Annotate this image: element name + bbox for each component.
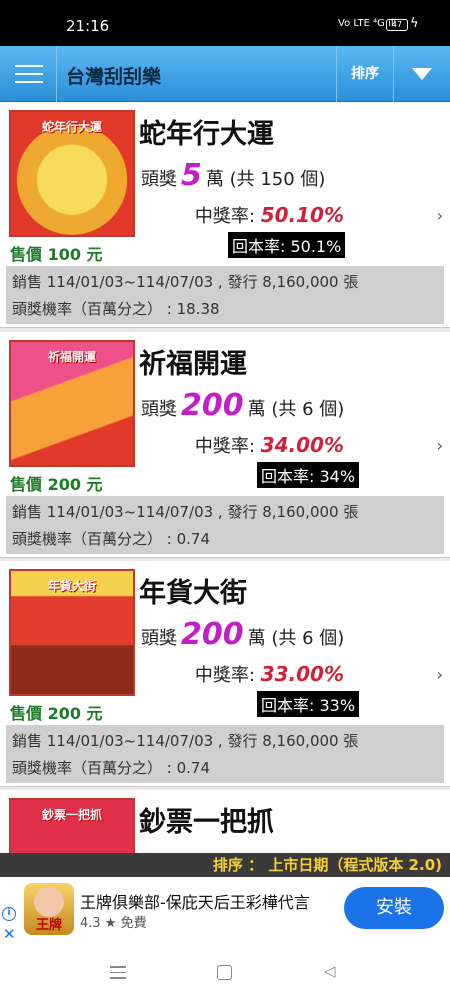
ad-banner[interactable]: i ✕ 王牌 王牌俱樂部-保庇天后王彩樺代言 4.3 ★ 免費 安裝 xyxy=(0,877,450,949)
top-prize: 頭獎 200 萬 (共 6 個) xyxy=(141,617,345,652)
ticket-name: 年貨大街 xyxy=(139,578,247,609)
win-rate: 中獎率: 50.10% xyxy=(194,203,344,227)
status-bar: 21:16 Vo LTE ⁴G ıll 47 ϟ xyxy=(0,0,450,46)
ad-info-icon[interactable]: i xyxy=(2,907,16,921)
ticket-image-label: 年貨大街 xyxy=(47,579,96,593)
win-rate-value: 33.00% xyxy=(260,662,344,686)
hamburger-icon xyxy=(15,65,43,67)
win-rate-value: 50.10% xyxy=(260,203,344,227)
return-rate: 回本率: 50.1% xyxy=(228,232,346,258)
home-icon[interactable] xyxy=(217,965,232,980)
top-prize-amount: 200 xyxy=(181,617,244,652)
system-nav-bar: ◁ xyxy=(0,949,450,1000)
battery-icon: 47 xyxy=(386,19,408,31)
ticket-card[interactable]: 蛇年行大運 售價 100 元 蛇年行大運 頭獎 5 萬 (共 150 個) 中獎率:… xyxy=(0,102,450,328)
ticket-image-label: 祈福開運 xyxy=(47,350,96,364)
ticket-name: 蛇年行大運 xyxy=(139,119,274,150)
ticket-image: 年貨大街 xyxy=(9,569,135,696)
ticket-card[interactable]: 鈔票一把抓 鈔票一把抓 xyxy=(0,790,450,853)
back-icon[interactable]: ◁ xyxy=(324,962,336,980)
top-prize-amount: 5 xyxy=(181,158,202,193)
top-prize-odds: 頭獎機率（百萬分之） : 18.38 xyxy=(12,300,220,318)
ticket-list[interactable]: 蛇年行大運 售價 100 元 蛇年行大運 頭獎 5 萬 (共 150 個) 中獎率:… xyxy=(0,102,450,853)
win-rate: 中獎率: 34.00% xyxy=(194,433,344,457)
sales-period: 銷售 114/01/03~114/07/03 , 發行 8,160,000 張 xyxy=(12,273,359,291)
ticket-name: 鈔票一把抓 xyxy=(139,807,274,838)
top-prize-odds: 頭獎機率（百萬分之） : 0.74 xyxy=(12,530,210,548)
ticket-image: 祈福開運 xyxy=(9,340,135,467)
recents-icon[interactable] xyxy=(110,966,126,983)
return-rate: 回本率: 33% xyxy=(257,691,360,717)
charging-icon: ϟ xyxy=(410,16,419,31)
sales-period: 銷售 114/01/03~114/07/03 , 發行 8,160,000 張 xyxy=(12,732,359,750)
chevron-right-icon: › xyxy=(436,206,443,225)
ad-rating: 4.3 ★ 免費 xyxy=(80,916,147,931)
ad-title[interactable]: 王牌俱樂部-保庇天后王彩樺代言 xyxy=(80,889,310,913)
top-prize: 頭獎 5 萬 (共 150 個) xyxy=(141,158,326,193)
ticket-image: 鈔票一把抓 xyxy=(9,798,135,853)
ticket-info: 銷售 114/01/03~114/07/03 , 發行 8,160,000 張 … xyxy=(6,725,444,783)
sort-button[interactable]: 排序 xyxy=(336,46,394,102)
sales-period: 銷售 114/01/03~114/07/03 , 發行 8,160,000 張 xyxy=(12,503,359,521)
ticket-card[interactable]: 祈福開運 售價 200 元 祈福開運 頭獎 200 萬 (共 6 個) 中獎率: 3… xyxy=(0,332,450,558)
top-prize-odds: 頭獎機率（百萬分之） : 0.74 xyxy=(12,759,210,777)
chevron-right-icon: › xyxy=(436,436,443,455)
ad-close-icon[interactable]: ✕ xyxy=(3,925,16,943)
ticket-price: 售價 100 元 xyxy=(10,245,103,264)
win-rate-value: 34.00% xyxy=(260,433,344,457)
menu-button[interactable] xyxy=(0,46,57,102)
top-prize: 頭獎 200 萬 (共 6 個) xyxy=(141,388,345,423)
win-rate: 中獎率: 33.00% xyxy=(194,662,344,686)
ticket-card[interactable]: 年貨大街 售價 200 元 年貨大街 頭獎 200 萬 (共 6 個) 中獎率: 3… xyxy=(0,561,450,787)
ticket-name: 祈福開運 xyxy=(139,349,247,380)
app-bar: 台灣刮刮樂 排序 xyxy=(0,46,450,102)
ticket-image: 蛇年行大運 xyxy=(9,110,135,237)
dropdown-button[interactable] xyxy=(395,46,450,102)
top-prize-amount: 200 xyxy=(181,388,244,423)
ad-app-logo[interactable]: 王牌 xyxy=(24,883,74,935)
clock: 21:16 xyxy=(66,17,110,35)
ticket-info: 銷售 114/01/03~114/07/03 , 發行 8,160,000 張 … xyxy=(6,496,444,554)
return-rate: 回本率: 34% xyxy=(257,462,360,488)
ticket-price: 售價 200 元 xyxy=(10,475,103,494)
chevron-right-icon: › xyxy=(436,665,443,684)
sort-status-bar: 排序 ： 上市日期（程式版本 2.0) xyxy=(0,853,450,877)
triangle-down-icon xyxy=(412,68,432,80)
ticket-image-label: 蛇年行大運 xyxy=(41,120,102,134)
install-button[interactable]: 安裝 xyxy=(344,887,444,929)
app-title: 台灣刮刮樂 xyxy=(66,66,162,88)
ticket-image-label: 鈔票一把抓 xyxy=(41,808,102,822)
ticket-info: 銷售 114/01/03~114/07/03 , 發行 8,160,000 張 … xyxy=(6,266,444,324)
ticket-price: 售價 200 元 xyxy=(10,704,103,723)
